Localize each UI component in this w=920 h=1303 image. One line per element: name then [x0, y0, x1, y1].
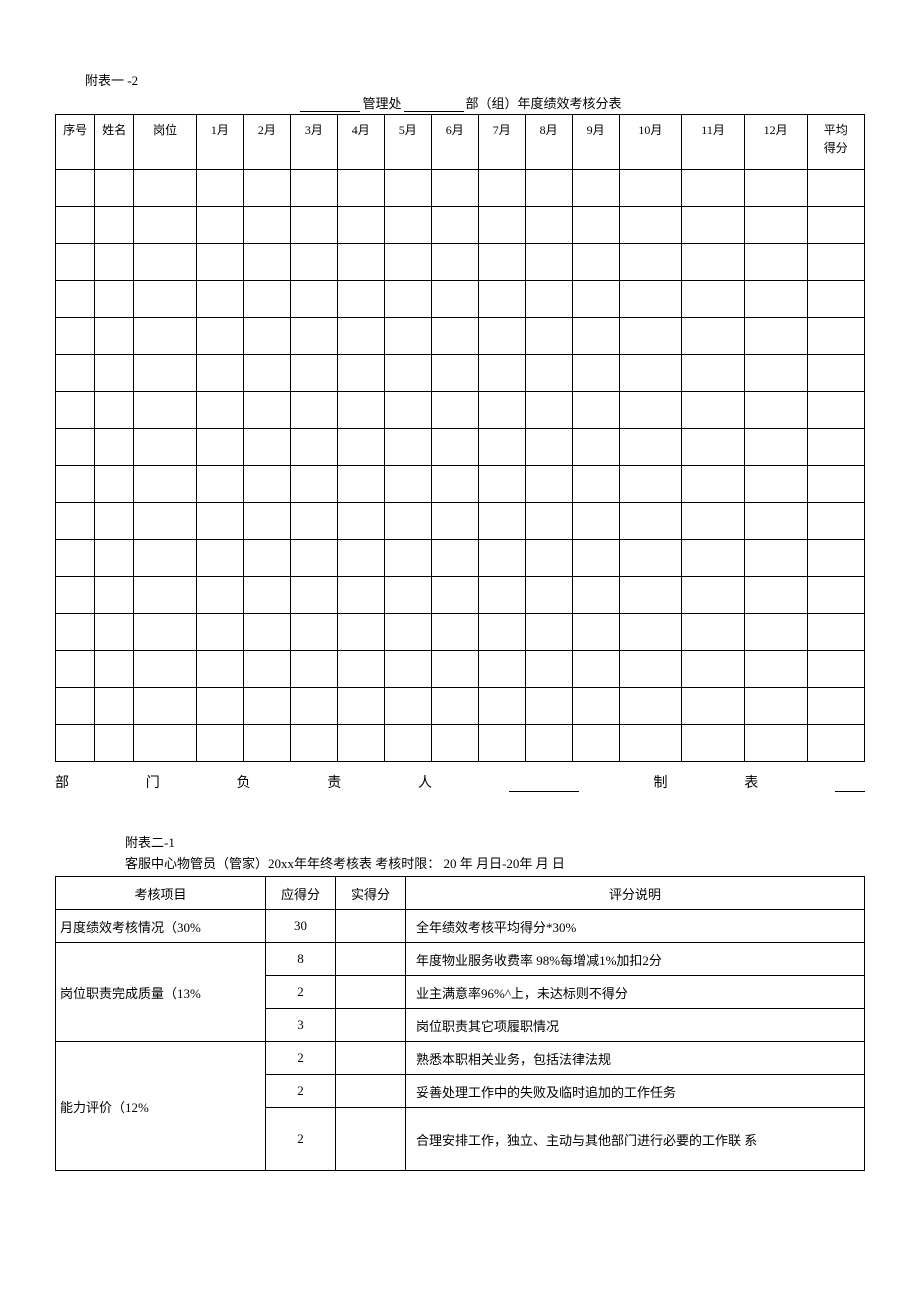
- desc-cell: 全年绩效考核平均得分*30%: [406, 910, 865, 943]
- year-end-evaluation-table: 考核项目 应得分 实得分 评分说明 月度绩效考核情况（30% 30 全年绩效考核…: [55, 876, 865, 1171]
- col-max: 应得分: [266, 877, 336, 910]
- footer-p4: 责: [327, 772, 343, 792]
- item-ability: 能力评价（12%: [56, 1042, 266, 1171]
- table-row: [56, 540, 865, 577]
- col-m6: 6月: [431, 115, 478, 170]
- score-cell: 2: [266, 1075, 336, 1108]
- col-m12: 12月: [744, 115, 807, 170]
- table-row: [56, 688, 865, 725]
- table-row: [56, 651, 865, 688]
- col-item: 考核项目: [56, 877, 266, 910]
- footer-p1: 部: [55, 772, 71, 792]
- table-row: [56, 244, 865, 281]
- score-cell: 30: [266, 910, 336, 943]
- desc-cell: 合理安排工作，独立、主动与其他部门进行必要的工作联 系: [406, 1108, 865, 1171]
- table-row: [56, 392, 865, 429]
- table-row: [56, 614, 865, 651]
- col-m5: 5月: [384, 115, 431, 170]
- col-index: 序号: [56, 115, 95, 170]
- desc-cell: 业主满意率96%^上，未达标则不得分: [406, 976, 865, 1009]
- table1-footer: 部 门 负 责 人 制 表: [55, 772, 865, 792]
- table-row: [56, 355, 865, 392]
- col-m7: 7月: [478, 115, 525, 170]
- footer-blank-1: [509, 772, 579, 792]
- table-row: [56, 429, 865, 466]
- col-m10: 10月: [619, 115, 682, 170]
- table-row: [56, 466, 865, 503]
- table2-header-row: 考核项目 应得分 实得分 评分说明: [56, 877, 865, 910]
- score-cell: 2: [266, 1042, 336, 1075]
- title-mid-2: 部（组）年度绩效考核分表: [466, 96, 622, 111]
- desc-cell: 熟悉本职相关业务，包括法律法规: [406, 1042, 865, 1075]
- table-row: [56, 503, 865, 540]
- footer-p2: 门: [146, 772, 162, 792]
- actual-cell: [336, 1108, 406, 1171]
- col-avg: 平均 得分: [807, 115, 865, 170]
- table-row: 岗位职责完成质量（13% 8 年度物业服务收费率 98%每增减1%加扣2分: [56, 943, 865, 976]
- appendix-2-label: 附表二-1: [125, 832, 865, 851]
- col-m11: 11月: [682, 115, 745, 170]
- col-post: 岗位: [134, 115, 197, 170]
- item-monthly-review: 月度绩效考核情况（30%: [56, 910, 266, 943]
- table-row: 能力评价（12% 2 熟悉本职相关业务，包括法律法规: [56, 1042, 865, 1075]
- desc-cell: 岗位职责其它项履职情况: [406, 1009, 865, 1042]
- col-name: 姓名: [95, 115, 134, 170]
- item-job-quality: 岗位职责完成质量（13%: [56, 943, 266, 1042]
- actual-cell: [336, 1075, 406, 1108]
- col-m8: 8月: [525, 115, 572, 170]
- col-m1: 1月: [196, 115, 243, 170]
- score-cell: 2: [266, 976, 336, 1009]
- col-m3: 3月: [290, 115, 337, 170]
- table-row: [56, 281, 865, 318]
- table-row: [56, 725, 865, 762]
- col-m4: 4月: [337, 115, 384, 170]
- actual-cell: [336, 943, 406, 976]
- table-row: [56, 577, 865, 614]
- actual-cell: [336, 1042, 406, 1075]
- actual-cell: [336, 1009, 406, 1042]
- footer-p5: 人: [418, 772, 434, 792]
- desc-cell: 妥善处理工作中的失败及临时追加的工作任务: [406, 1075, 865, 1108]
- title-mid-1: 管理处: [362, 96, 401, 111]
- appendix-1-label: 附表一 -2: [85, 70, 865, 89]
- table-row: [56, 207, 865, 244]
- actual-cell: [336, 976, 406, 1009]
- table1-title: 管理处 部（组）年度绩效考核分表: [55, 93, 865, 112]
- score-cell: 2: [266, 1108, 336, 1171]
- footer-p3: 负: [237, 772, 253, 792]
- table1-header-row: 序号 姓名 岗位 1月 2月 3月 4月 5月 6月 7月 8月 9月 10月 …: [56, 115, 865, 170]
- footer-p6: 制: [654, 772, 670, 792]
- table1-body: [56, 170, 865, 762]
- col-desc: 评分说明: [406, 877, 865, 910]
- table-row: [56, 170, 865, 207]
- actual-cell: [336, 910, 406, 943]
- annual-score-table: 序号 姓名 岗位 1月 2月 3月 4月 5月 6月 7月 8月 9月 10月 …: [55, 114, 865, 762]
- table-row: [56, 318, 865, 355]
- blank-department: [404, 111, 464, 112]
- footer-blank-2: [835, 772, 865, 792]
- table2-title: 客服中心物管员（管家）20xx年年终考核表 考核时限： 20 年 月日-20年 …: [125, 853, 865, 872]
- col-m9: 9月: [572, 115, 619, 170]
- desc-cell: 年度物业服务收费率 98%每增减1%加扣2分: [406, 943, 865, 976]
- table-row: 月度绩效考核情况（30% 30 全年绩效考核平均得分*30%: [56, 910, 865, 943]
- blank-management-office: [300, 111, 360, 112]
- col-actual: 实得分: [336, 877, 406, 910]
- score-cell: 3: [266, 1009, 336, 1042]
- col-m2: 2月: [243, 115, 290, 170]
- score-cell: 8: [266, 943, 336, 976]
- footer-p7: 表: [744, 772, 760, 792]
